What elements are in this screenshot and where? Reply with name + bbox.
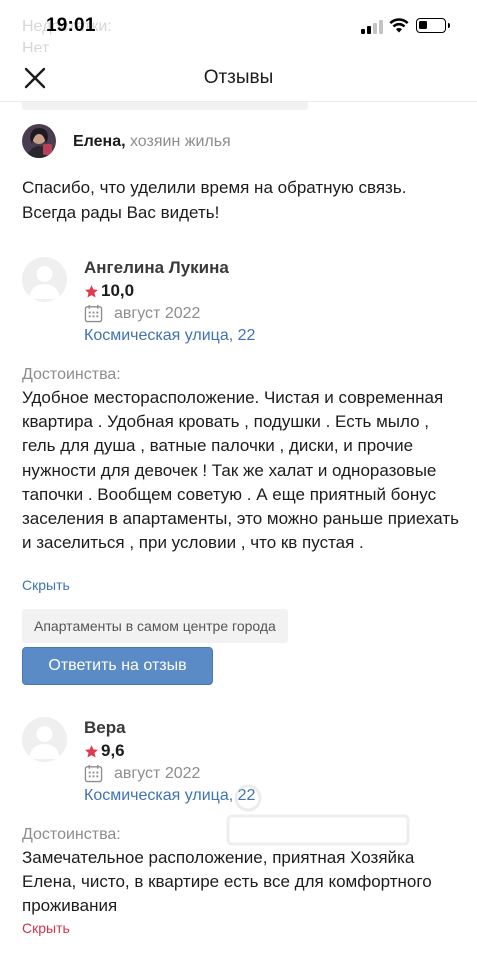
hide-link[interactable]: Скрыть: [22, 920, 70, 936]
battery-icon: [416, 18, 450, 33]
advantages-label: Достоинства:: [22, 826, 121, 843]
rating: 10,0: [84, 281, 134, 301]
reviewer-name: Вера: [84, 718, 126, 737]
reply-to-review-button[interactable]: Ответить на отзыв: [22, 647, 213, 685]
review-date: август 2022: [84, 764, 200, 783]
nav-bar: Отзывы: [0, 52, 477, 102]
owner-reply-text: Спасибо, что уделили время на обратную с…: [22, 178, 407, 222]
reviewer-name: Ангелина Лукина: [84, 258, 229, 277]
review-date: август 2022: [84, 304, 200, 323]
reviewer-avatar: [22, 717, 67, 762]
owner-role: хозяин жилья: [125, 133, 231, 150]
user-placeholder-icon: [29, 726, 60, 759]
review-text: Удобное месторасположение. Чистая и совр…: [22, 388, 460, 553]
user-placeholder-icon: [29, 266, 60, 299]
calendar-icon: [84, 304, 103, 323]
hide-link[interactable]: Скрыть: [22, 577, 70, 593]
rating: 9,6: [84, 741, 125, 761]
date-text: август 2022: [114, 304, 201, 322]
owner-reply-header: Елена, хозяин жилья: [73, 133, 231, 151]
star-icon: [85, 284, 98, 297]
status-bar: 19:01: [0, 0, 477, 52]
reviewer-avatar: [22, 257, 67, 302]
review-text: Замечательное расположение, приятная Хоз…: [22, 848, 432, 916]
date-text: август 2022: [114, 764, 201, 782]
status-time: 19:01: [46, 15, 96, 36]
previous-tag-edge: [22, 102, 308, 110]
review-tag: Апартаменты в самом центре города: [22, 609, 288, 643]
owner-name: Елена,: [73, 133, 126, 150]
calendar-icon: [84, 764, 103, 783]
star-icon: [85, 744, 98, 757]
rating-value: 10,0: [101, 281, 135, 300]
address-link[interactable]: Космическая улица, 22: [84, 327, 255, 345]
wifi-icon: [389, 18, 409, 33]
advantages-label: Достоинства:: [22, 366, 121, 383]
owner-avatar: [22, 124, 56, 158]
watermark-logo: [208, 776, 428, 856]
cellular-signal-icon: [361, 20, 383, 34]
rating-value: 9,6: [101, 741, 125, 760]
page-title: Отзывы: [203, 67, 274, 88]
